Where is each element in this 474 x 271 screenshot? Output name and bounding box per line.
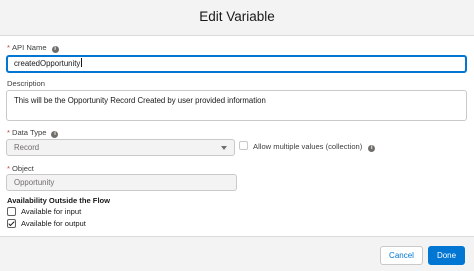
allow-multiple-label-text: Allow multiple values (collection) — [253, 142, 363, 151]
info-icon[interactable]: i — [368, 145, 376, 152]
availability-heading: Availability Outside the Flow — [7, 196, 111, 205]
object-label-text: Object — [11, 164, 34, 173]
required-marker: * — [7, 43, 10, 52]
info-icon[interactable]: i — [51, 46, 59, 53]
object-value: Opportunity — [14, 178, 55, 187]
modal-title: Edit Variable — [199, 9, 275, 24]
object-input[interactable]: Opportunity — [6, 174, 237, 191]
modal-header: Edit Variable — [0, 0, 474, 36]
allow-multiple-checkbox[interactable] — [239, 141, 248, 150]
chevron-down-icon — [221, 146, 227, 150]
info-icon[interactable]: i — [51, 131, 59, 138]
available-input-label: Available for input — [21, 207, 82, 216]
allow-multiple-label: Allow multiple values (collection) i — [253, 142, 376, 152]
checkmark-icon — [8, 219, 15, 227]
done-button[interactable]: Done — [428, 246, 465, 265]
api-name-label: * API Name i — [7, 43, 59, 53]
data-type-label-text: Data Type — [11, 128, 47, 137]
available-output-label: Available for output — [21, 219, 86, 228]
description-label: Description — [7, 79, 45, 88]
api-name-value: createdOpportunity — [14, 59, 81, 68]
object-label: * Object — [7, 164, 34, 173]
required-marker: * — [7, 164, 10, 173]
data-type-value: Record — [14, 143, 40, 152]
description-value: This will be the Opportunity Record Crea… — [14, 96, 266, 105]
edit-variable-modal: Edit Variable * API Name i createdOpportun… — [0, 0, 474, 271]
cancel-button[interactable]: Cancel — [380, 246, 423, 265]
available-input-checkbox[interactable] — [7, 207, 16, 216]
text-cursor — [81, 58, 83, 67]
description-textarea[interactable]: This will be the Opportunity Record Crea… — [6, 90, 467, 121]
available-output-checkbox[interactable] — [7, 219, 16, 228]
required-marker: * — [7, 128, 10, 137]
data-type-label: * Data Type i — [7, 128, 59, 138]
api-name-label-text: API Name — [11, 43, 47, 52]
data-type-select[interactable]: Record — [6, 139, 235, 156]
api-name-input[interactable]: createdOpportunity — [6, 55, 467, 73]
modal-footer: Cancel Done — [0, 236, 474, 271]
